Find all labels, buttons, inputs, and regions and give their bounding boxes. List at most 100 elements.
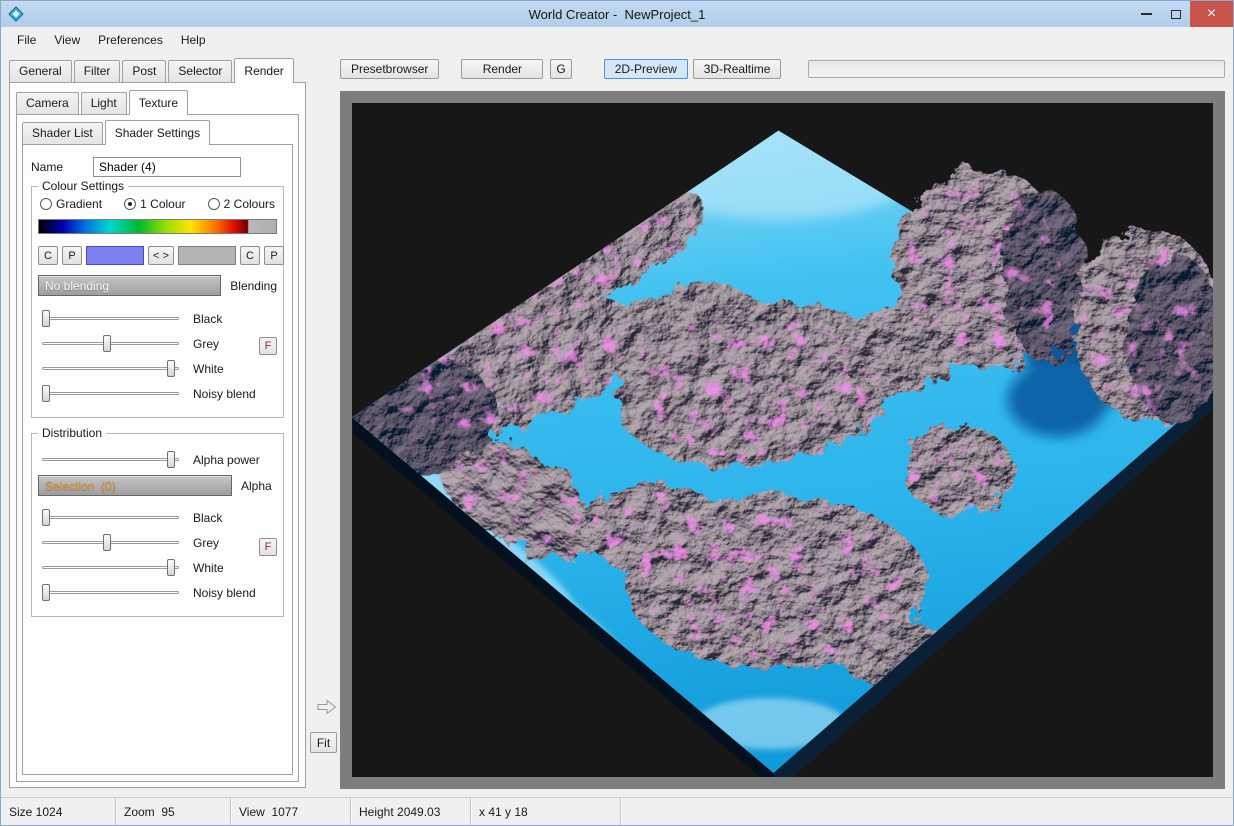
colour-f-button[interactable]: F xyxy=(259,337,277,355)
menu-view[interactable]: View xyxy=(45,28,89,52)
tab-selector[interactable]: Selector xyxy=(168,60,232,82)
render-tabbar: Camera Light Texture xyxy=(16,90,299,114)
alpha-row: Selection (0) Alpha xyxy=(38,475,277,496)
slider-row: Black xyxy=(38,309,277,329)
tab-render[interactable]: Render xyxy=(234,58,293,83)
tab-post[interactable]: Post xyxy=(122,60,166,82)
collapse-panel-icon[interactable] xyxy=(317,699,337,718)
slider-handle[interactable] xyxy=(42,385,50,402)
colour-white-label: White xyxy=(193,362,224,376)
dist-black-label: Black xyxy=(193,511,222,525)
tab-light[interactable]: Light xyxy=(81,92,127,114)
preview-2d-button[interactable]: 2D-Preview xyxy=(604,59,688,79)
slider-handle[interactable] xyxy=(103,534,111,551)
presetbrowser-button[interactable]: Presetbrowser xyxy=(340,59,439,79)
slider-handle[interactable] xyxy=(103,335,111,352)
dist-black-slider[interactable] xyxy=(42,508,179,528)
menu-help[interactable]: Help xyxy=(172,28,215,52)
colour-black-slider[interactable] xyxy=(42,309,179,329)
tab-shader-list[interactable]: Shader List xyxy=(22,122,103,144)
tab-shader-settings[interactable]: Shader Settings xyxy=(105,120,210,145)
minimize-icon xyxy=(1141,13,1152,15)
slider-handle[interactable] xyxy=(42,509,50,526)
shader-name-row: Name xyxy=(27,157,288,177)
swap-colours-button[interactable]: < > xyxy=(148,246,174,265)
radio-1-colour[interactable]: 1 Colour xyxy=(124,197,185,211)
maximize-icon xyxy=(1171,10,1181,19)
colour1-p-button[interactable]: P xyxy=(62,246,82,265)
fit-button[interactable]: Fit xyxy=(310,732,337,753)
terrain-image xyxy=(352,103,1213,777)
colour-noisy-blend-slider[interactable] xyxy=(42,384,179,404)
slider-row: Grey xyxy=(38,533,277,553)
render-toolbar: Presetbrowser Render G 2D-Preview 3D-Rea… xyxy=(340,58,1225,79)
dist-white-slider[interactable] xyxy=(42,558,179,578)
slider-handle[interactable] xyxy=(42,584,50,601)
blending-dropdown[interactable]: No blending xyxy=(38,275,221,296)
menu-file[interactable]: File xyxy=(8,28,45,52)
radio-icon xyxy=(124,198,136,210)
close-button[interactable]: × xyxy=(1190,1,1233,27)
status-zoom: Zoom 95 xyxy=(116,798,231,825)
terrain-canvas[interactable] xyxy=(352,103,1213,777)
radio-gradient[interactable]: Gradient xyxy=(40,197,102,211)
tab-texture[interactable]: Texture xyxy=(129,90,188,115)
app-window: World Creator - NewProject_1 × File View… xyxy=(0,0,1234,826)
slider-groove xyxy=(42,516,179,519)
window-title: World Creator - NewProject_1 xyxy=(1,7,1233,22)
minimize-button[interactable] xyxy=(1132,1,1161,27)
colour-grey-slider[interactable] xyxy=(42,334,179,354)
dist-grey-label: Grey xyxy=(193,536,219,550)
realtime-3d-button[interactable]: 3D-Realtime xyxy=(693,59,782,79)
close-icon: × xyxy=(1207,6,1216,22)
gradient-preview-bar[interactable] xyxy=(38,219,277,234)
maximize-button[interactable] xyxy=(1161,1,1190,27)
colour2-p-button[interactable]: P xyxy=(264,246,284,265)
render-button[interactable]: Render xyxy=(461,59,543,79)
tab-camera[interactable]: Camera xyxy=(16,92,79,114)
colour1-c-button[interactable]: C xyxy=(38,246,58,265)
render-tab-page: Camera Light Texture Shader List Shader … xyxy=(9,82,306,788)
slider-handle[interactable] xyxy=(42,310,50,327)
colour-black-label: Black xyxy=(193,312,222,326)
colour-settings-title: Colour Settings xyxy=(38,179,128,193)
slider-groove xyxy=(42,317,179,320)
alpha-selection-dropdown[interactable]: Selection (0) xyxy=(38,475,232,496)
slider-row: Noisy blend xyxy=(38,384,277,404)
slider-row: White xyxy=(38,359,277,379)
slider-handle[interactable] xyxy=(167,451,175,468)
blending-label: Blending xyxy=(230,279,277,293)
radio-2-colours[interactable]: 2 Colours xyxy=(208,197,275,211)
left-panel-column: General Filter Post Selector Render Came… xyxy=(1,53,314,797)
alpha-label: Alpha xyxy=(241,479,272,493)
colour2-swatch[interactable] xyxy=(178,246,236,265)
colour2-c-button[interactable]: C xyxy=(240,246,260,265)
slider-handle[interactable] xyxy=(167,559,175,576)
shader-name-input[interactable] xyxy=(93,157,241,177)
titlebar[interactable]: World Creator - NewProject_1 × xyxy=(1,1,1233,27)
slider-handle[interactable] xyxy=(167,360,175,377)
render-progressbar xyxy=(808,60,1225,78)
colour-noisy-blend-label: Noisy blend xyxy=(193,387,256,401)
shader-tabbar: Shader List Shader Settings xyxy=(22,120,293,144)
g-button[interactable]: G xyxy=(550,59,571,79)
dist-grey-slider[interactable] xyxy=(42,533,179,553)
dist-noisy-blend-slider[interactable] xyxy=(42,583,179,603)
colour1-swatch[interactable] xyxy=(86,246,144,265)
radio-icon xyxy=(40,198,52,210)
alpha-power-slider[interactable] xyxy=(42,450,179,470)
colour-white-slider[interactable] xyxy=(42,359,179,379)
app-logo-icon xyxy=(8,6,24,22)
menu-preferences[interactable]: Preferences xyxy=(89,28,172,52)
tab-general[interactable]: General xyxy=(9,60,72,82)
tab-filter[interactable]: Filter xyxy=(74,60,121,82)
slider-row: Grey xyxy=(38,334,277,354)
colour-buttons-row: C P < > C P xyxy=(38,246,277,265)
main-content: General Filter Post Selector Render Came… xyxy=(1,53,1233,797)
distribution-f-button[interactable]: F xyxy=(259,538,277,556)
statusbar: Size 1024 Zoom 95 View 1077 Height 2049.… xyxy=(1,797,1233,825)
shader-settings-page: Name Colour Settings Gradient xyxy=(22,144,293,775)
status-empty xyxy=(621,798,1233,825)
radio-gradient-label: Gradient xyxy=(56,197,102,211)
blending-row: No blending Blending xyxy=(38,275,277,296)
